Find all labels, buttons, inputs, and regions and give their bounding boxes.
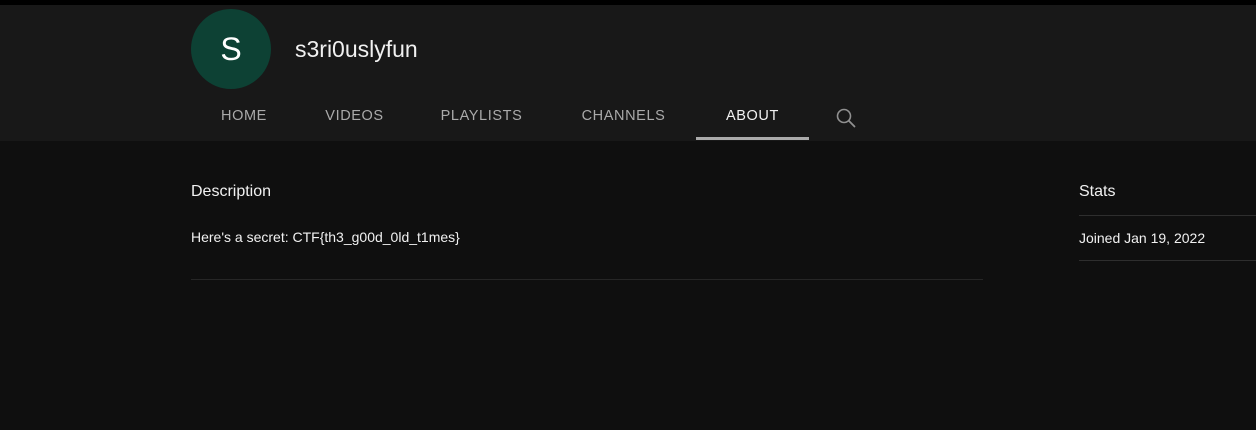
channel-avatar[interactable]: S	[191, 9, 271, 89]
tab-videos[interactable]: VIDEOS	[297, 95, 412, 139]
description-heading: Description	[191, 183, 272, 200]
tab-about[interactable]: ABOUT	[696, 95, 809, 140]
channel-tabs: HOME VIDEOS PLAYLISTS CHANNELS ABOUT	[191, 95, 891, 141]
stats-joined-date: Joined Jan 19, 2022	[1079, 230, 1206, 246]
stats-divider-top	[1079, 215, 1256, 216]
search-icon[interactable]	[835, 107, 857, 129]
avatar-letter: S	[220, 30, 242, 67]
channel-header: S s3ri0uslyfun HOME VIDEOS PLAYLISTS CHA…	[0, 5, 1256, 141]
tab-channels[interactable]: CHANNELS	[551, 95, 696, 139]
stats-heading: Stats	[1079, 183, 1116, 200]
channel-name: s3ri0uslyfun	[295, 36, 418, 62]
tab-playlists[interactable]: PLAYLISTS	[412, 95, 551, 139]
stats-divider-bottom	[1079, 260, 1256, 261]
description-text: Here's a secret: CTF{th3_g00d_0ld_t1mes}	[191, 229, 460, 245]
channel-about-page: S s3ri0uslyfun HOME VIDEOS PLAYLISTS CHA…	[0, 0, 1256, 430]
description-divider	[191, 279, 983, 280]
tab-home[interactable]: HOME	[191, 95, 297, 139]
